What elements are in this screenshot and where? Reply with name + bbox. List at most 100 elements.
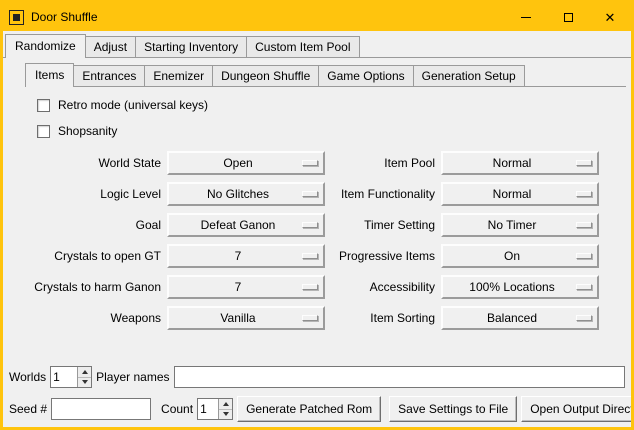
world-state-label: World State bbox=[11, 156, 161, 170]
dropdown-indicator-icon bbox=[302, 191, 318, 197]
item-pool-dropdown[interactable]: Normal bbox=[441, 151, 599, 175]
open-output-directory-button[interactable]: Open Output Directory bbox=[521, 396, 631, 422]
logic-level-dropdown[interactable]: No Glitches bbox=[167, 182, 325, 206]
form-row: Goal Defeat Ganon Timer Setting No Timer bbox=[11, 213, 631, 237]
retro-mode-checkbox[interactable] bbox=[37, 99, 50, 112]
shopsanity-row: Shopsanity bbox=[37, 124, 631, 138]
goal-dropdown[interactable]: Defeat Ganon bbox=[167, 213, 325, 237]
logic-level-label: Logic Level bbox=[11, 187, 161, 201]
minimize-button[interactable] bbox=[505, 3, 547, 31]
weapons-dropdown[interactable]: Vanilla bbox=[167, 306, 325, 330]
maximize-button[interactable] bbox=[547, 3, 589, 31]
tab-game-options[interactable]: Game Options bbox=[318, 65, 413, 86]
window-content: Randomize Adjust Starting Inventory Cust… bbox=[3, 31, 631, 427]
tab-generation-setup[interactable]: Generation Setup bbox=[413, 65, 525, 86]
timer-setting-label: Timer Setting bbox=[331, 218, 435, 232]
dropdown-indicator-icon bbox=[302, 284, 318, 290]
app-window: Door Shuffle ✕ Randomize Adjust Starting… bbox=[0, 0, 634, 430]
dropdown-value: No Glitches bbox=[207, 187, 285, 201]
form-row: World State Open Item Pool Normal bbox=[11, 151, 631, 175]
crystals-open-gt-label: Crystals to open GT bbox=[11, 249, 161, 263]
titlebar: Door Shuffle ✕ bbox=[3, 3, 631, 31]
item-functionality-dropdown[interactable]: Normal bbox=[441, 182, 599, 206]
seed-input[interactable] bbox=[51, 398, 151, 420]
count-input[interactable] bbox=[198, 399, 218, 419]
item-pool-label: Item Pool bbox=[331, 156, 435, 170]
dropdown-indicator-icon bbox=[302, 315, 318, 321]
shopsanity-label: Shopsanity bbox=[58, 124, 117, 138]
worlds-input[interactable] bbox=[51, 367, 77, 387]
tab-entrances[interactable]: Entrances bbox=[73, 65, 145, 86]
inner-tabstrip: Items Entrances Enemizer Dungeon Shuffle… bbox=[25, 62, 626, 87]
spinner-arrows bbox=[218, 399, 232, 419]
crystals-harm-ganon-dropdown[interactable]: 7 bbox=[167, 275, 325, 299]
save-settings-button[interactable]: Save Settings to File bbox=[389, 396, 517, 422]
crystals-harm-ganon-label: Crystals to harm Ganon bbox=[11, 280, 161, 294]
dropdown-indicator-icon bbox=[576, 284, 592, 290]
item-sorting-dropdown[interactable]: Balanced bbox=[441, 306, 599, 330]
outer-tabstrip: Randomize Adjust Starting Inventory Cust… bbox=[3, 31, 631, 58]
dropdown-value: Defeat Ganon bbox=[201, 218, 292, 232]
count-spinner[interactable] bbox=[197, 398, 233, 420]
dropdown-indicator-icon bbox=[576, 191, 592, 197]
caption-buttons: ✕ bbox=[505, 3, 631, 31]
form-row: Weapons Vanilla Item Sorting Balanced bbox=[11, 306, 631, 330]
tab-adjust[interactable]: Adjust bbox=[85, 36, 136, 57]
bottom-controls: Worlds Player names Seed # Count bbox=[9, 366, 625, 422]
dropdown-value: Vanilla bbox=[220, 311, 271, 325]
spinner-up-icon[interactable] bbox=[219, 399, 232, 409]
worlds-spinner[interactable] bbox=[50, 366, 92, 388]
count-label: Count bbox=[161, 402, 193, 416]
crystals-open-gt-dropdown[interactable]: 7 bbox=[167, 244, 325, 268]
close-icon: ✕ bbox=[605, 11, 616, 24]
tab-starting-inventory[interactable]: Starting Inventory bbox=[135, 36, 247, 57]
shopsanity-checkbox[interactable] bbox=[37, 125, 50, 138]
spinner-down-icon[interactable] bbox=[219, 409, 232, 420]
dropdown-value: 7 bbox=[235, 280, 258, 294]
tab-enemizer[interactable]: Enemizer bbox=[144, 65, 213, 86]
dropdown-value: 7 bbox=[235, 249, 258, 263]
spinner-arrows bbox=[77, 367, 91, 387]
close-button[interactable]: ✕ bbox=[589, 3, 631, 31]
minimize-icon bbox=[521, 17, 531, 18]
window-title: Door Shuffle bbox=[31, 10, 98, 24]
dropdown-indicator-icon bbox=[302, 222, 318, 228]
goal-label: Goal bbox=[11, 218, 161, 232]
progressive-items-dropdown[interactable]: On bbox=[441, 244, 599, 268]
dropdown-value: Balanced bbox=[487, 311, 553, 325]
dropdown-indicator-icon bbox=[576, 160, 592, 166]
tab-items[interactable]: Items bbox=[25, 63, 74, 87]
retro-mode-row: Retro mode (universal keys) bbox=[37, 98, 631, 112]
item-functionality-label: Item Functionality bbox=[331, 187, 435, 201]
generate-patched-rom-button[interactable]: Generate Patched Rom bbox=[237, 396, 381, 422]
dropdown-value: Open bbox=[223, 156, 268, 170]
weapons-label: Weapons bbox=[11, 311, 161, 325]
form-row: Logic Level No Glitches Item Functionali… bbox=[11, 182, 631, 206]
form-row: Crystals to open GT 7 Progressive Items … bbox=[11, 244, 631, 268]
accessibility-label: Accessibility bbox=[331, 280, 435, 294]
world-state-dropdown[interactable]: Open bbox=[167, 151, 325, 175]
maximize-icon bbox=[564, 13, 573, 22]
app-icon bbox=[9, 10, 24, 25]
item-sorting-label: Item Sorting bbox=[331, 311, 435, 325]
accessibility-dropdown[interactable]: 100% Locations bbox=[441, 275, 599, 299]
dropdown-value: Normal bbox=[493, 156, 548, 170]
timer-setting-dropdown[interactable]: No Timer bbox=[441, 213, 599, 237]
tab-custom-item-pool[interactable]: Custom Item Pool bbox=[246, 36, 359, 57]
player-names-label: Player names bbox=[96, 370, 169, 384]
player-names-input[interactable] bbox=[174, 366, 626, 388]
dropdown-indicator-icon bbox=[576, 222, 592, 228]
tab-dungeon-shuffle[interactable]: Dungeon Shuffle bbox=[212, 65, 319, 86]
dropdown-value: No Timer bbox=[488, 218, 553, 232]
dropdown-indicator-icon bbox=[576, 315, 592, 321]
spinner-down-icon[interactable] bbox=[78, 377, 91, 388]
dropdown-indicator-icon bbox=[302, 253, 318, 259]
worlds-row: Worlds Player names bbox=[9, 366, 625, 388]
spinner-up-icon[interactable] bbox=[78, 367, 91, 377]
dropdown-value: On bbox=[504, 249, 536, 263]
tab-randomize[interactable]: Randomize bbox=[5, 34, 86, 58]
progressive-items-label: Progressive Items bbox=[331, 249, 435, 263]
retro-mode-label: Retro mode (universal keys) bbox=[58, 98, 208, 112]
worlds-label: Worlds bbox=[9, 370, 46, 384]
seed-label: Seed # bbox=[9, 402, 47, 416]
